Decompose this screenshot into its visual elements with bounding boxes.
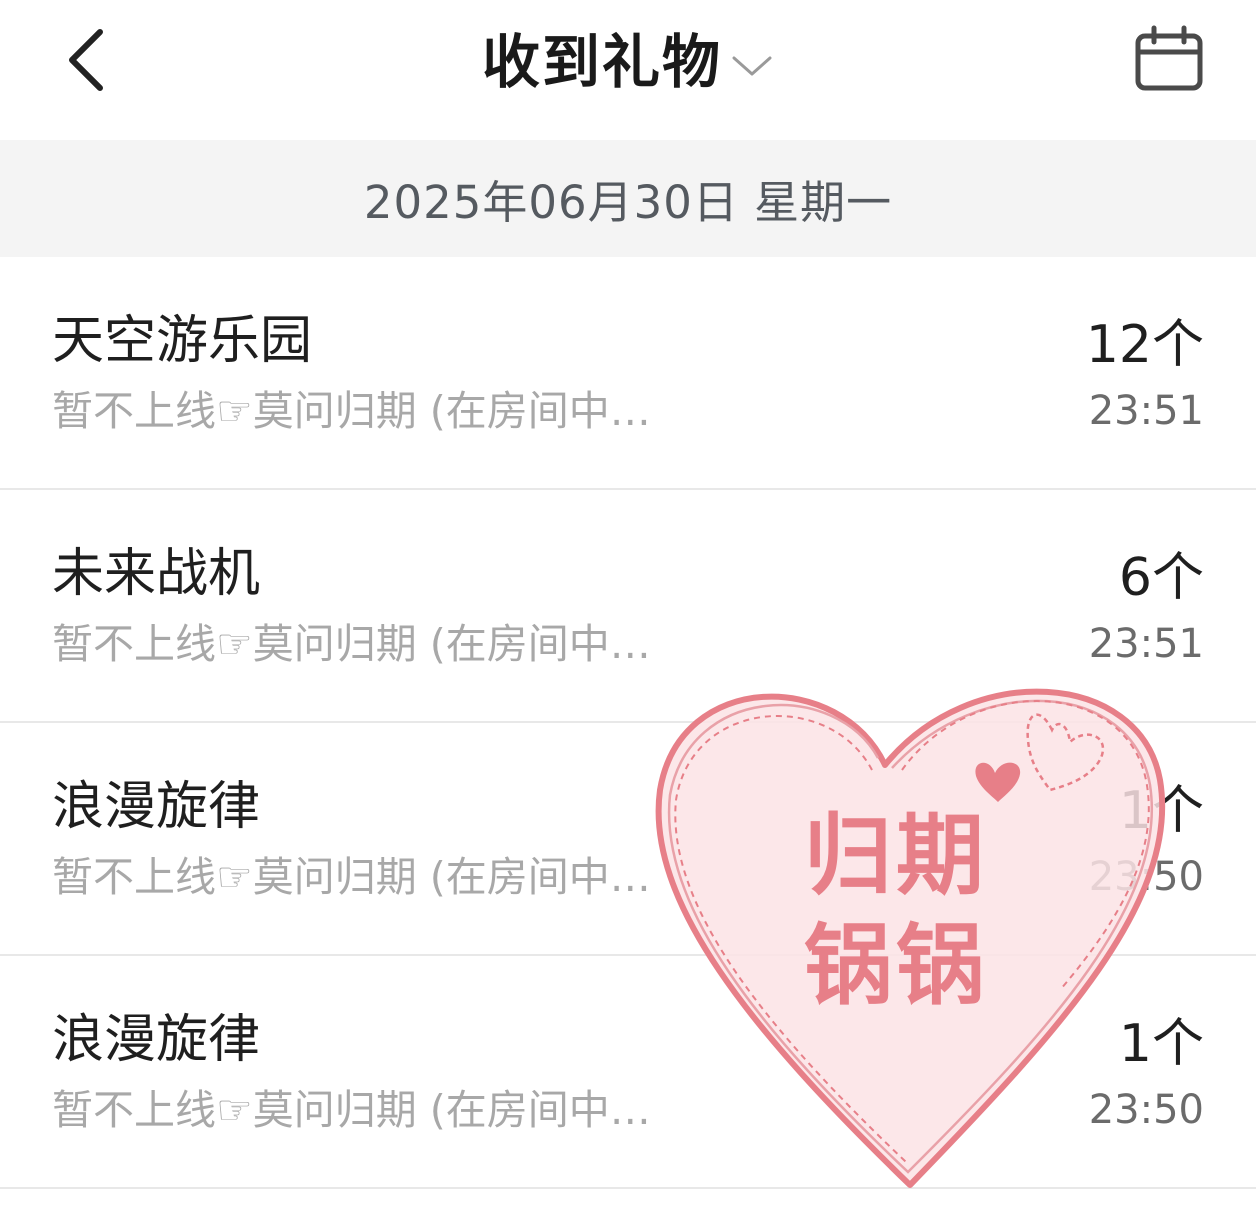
calendar-button[interactable]	[1132, 24, 1206, 94]
gift-sender: 暂不上线☞莫问归期 (在房间中…	[52, 620, 651, 668]
title-dropdown[interactable]: 收到礼物	[0, 0, 1256, 124]
gift-time: 23:51	[1088, 621, 1204, 667]
calendar-icon	[1135, 25, 1203, 91]
gift-list-item[interactable]: 浪漫旋律 暂不上线☞莫问归期 (在房间中… 1个 23:50	[0, 723, 1256, 956]
gift-name: 天空游乐园	[52, 311, 313, 371]
gift-time: 23:50	[1088, 854, 1204, 900]
gift-received-page: 收到礼物 2025年06月30日 星期一 天空游乐园 暂不上线☞莫问归期 (在房…	[0, 0, 1256, 1230]
gift-list-item[interactable]: 未来战机 暂不上线☞莫问归期 (在房间中… 6个 23:51	[0, 490, 1256, 723]
gift-name: 浪漫旋律	[52, 777, 261, 837]
top-nav-bar: 收到礼物	[0, 0, 1256, 140]
gift-list-item[interactable]: 天空游乐园 暂不上线☞莫问归期 (在房间中… 12个 23:51	[0, 257, 1256, 490]
gift-name: 浪漫旋律	[52, 1010, 261, 1070]
page-title: 收到礼物	[481, 28, 722, 96]
gift-count: 1个	[1118, 1014, 1204, 1074]
gift-sender: 暂不上线☞莫问归期 (在房间中…	[52, 387, 651, 435]
gift-count: 12个	[1085, 315, 1204, 375]
gift-count: 6个	[1118, 548, 1204, 608]
gift-list-item[interactable]: 浪漫旋律 暂不上线☞莫问归期 (在房间中… 1个 23:50	[0, 956, 1256, 1189]
gift-sender: 暂不上线☞莫问归期 (在房间中…	[52, 853, 651, 901]
gift-time: 23:50	[1088, 1087, 1204, 1133]
chevron-down-icon	[732, 56, 772, 76]
date-label: 2025年06月30日 星期一	[363, 176, 893, 229]
gift-name: 未来战机	[52, 544, 261, 604]
gift-time: 23:51	[1088, 388, 1204, 434]
date-section-header: 2025年06月30日 星期一	[0, 140, 1256, 257]
gift-list: 天空游乐园 暂不上线☞莫问归期 (在房间中… 12个 23:51 未来战机 暂不…	[0, 257, 1256, 1189]
gift-count: 1个	[1118, 781, 1204, 841]
gift-sender: 暂不上线☞莫问归期 (在房间中…	[52, 1086, 651, 1134]
